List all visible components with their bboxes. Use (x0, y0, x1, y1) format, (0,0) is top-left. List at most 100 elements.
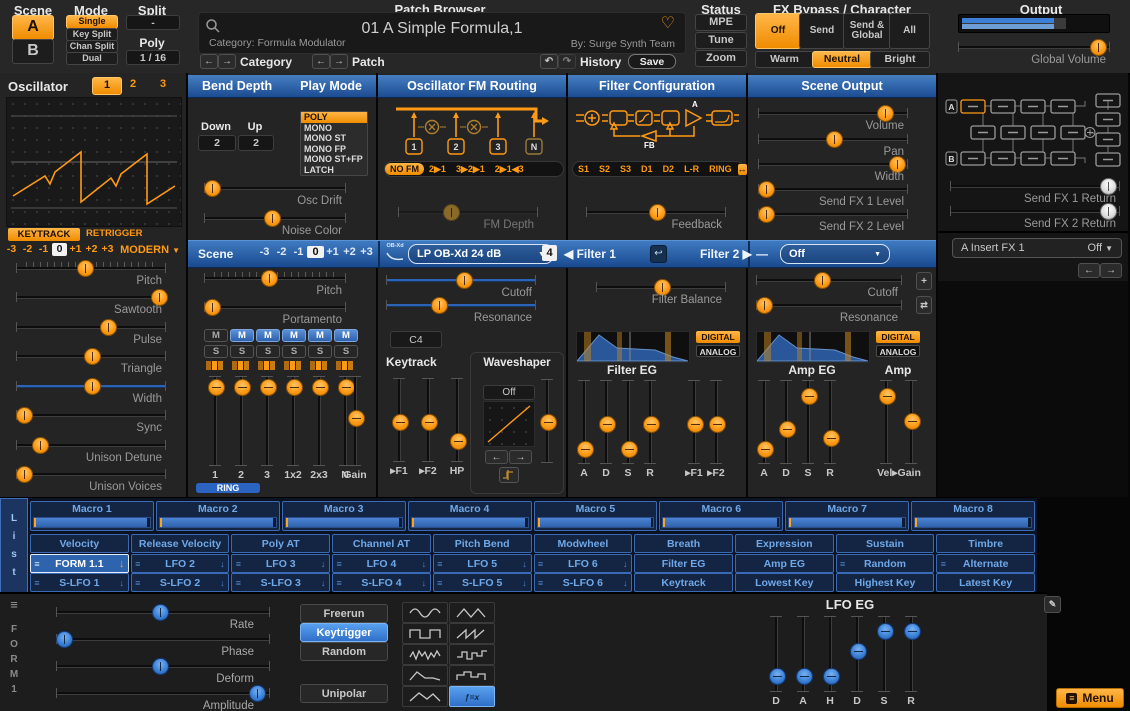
slider-handle[interactable] (877, 623, 894, 640)
osc-tab-3[interactable]: 3 (152, 77, 174, 93)
macro-cell[interactable]: Macro 1 (30, 501, 154, 531)
scene-octave-0[interactable]: 0 (307, 246, 324, 258)
favorite-heart-icon[interactable]: ♡ (661, 13, 675, 33)
macro-slider[interactable] (914, 517, 1032, 528)
slider-handle[interactable] (348, 410, 365, 427)
play-mode-mono-st-fp[interactable]: MONO ST+FP (301, 154, 367, 165)
slider-pan[interactable]: Pan (758, 131, 908, 159)
slider-handle[interactable] (826, 131, 843, 148)
osc-tab-2[interactable]: 2 (122, 77, 144, 93)
arm-arrow-icon[interactable]: ↓ (317, 578, 329, 588)
hamburger-icon[interactable]: ≡ (132, 559, 144, 569)
mixer-mute-2x3[interactable]: M (308, 329, 332, 342)
mod-source-lfo-6[interactable]: ≡LFO 6↓ (534, 554, 633, 573)
lfo-shape-step-seq[interactable] (449, 665, 495, 686)
vslider--f1[interactable]: ▸F1 (684, 380, 704, 480)
arm-arrow-icon[interactable]: ↓ (619, 559, 631, 569)
slider-handle[interactable] (16, 407, 33, 424)
hamburger-icon[interactable]: ≡ (937, 559, 949, 569)
macro-cell[interactable]: Macro 7 (785, 501, 909, 531)
slider-handle[interactable] (687, 416, 704, 433)
slider-cutoff[interactable]: Cutoff (756, 272, 902, 300)
slider-handle[interactable] (779, 421, 796, 438)
lfo-shape-sine[interactable] (402, 602, 448, 623)
mix-solo-2x3[interactable]: S (308, 345, 332, 358)
lfo-shape-sample-hold[interactable] (449, 644, 495, 665)
slider-handle[interactable] (443, 204, 460, 221)
slider-handle[interactable] (823, 430, 840, 447)
slider-handle[interactable] (756, 297, 773, 314)
osc-type-dropdown[interactable]: MODERN ▼ (118, 244, 180, 256)
character-warm-button[interactable]: Warm (755, 51, 814, 68)
slider-handle[interactable] (850, 643, 867, 660)
bend-up-value[interactable]: 2 (238, 135, 274, 151)
slider-amplitude[interactable]: Amplitude (56, 685, 270, 711)
macro-slider[interactable] (159, 517, 277, 528)
fx-bypass-off-button[interactable]: Off (755, 13, 801, 49)
hamburger-icon[interactable]: ≡ (837, 559, 849, 569)
slider-handle[interactable] (261, 270, 278, 287)
mod-list-tab[interactable]: List (0, 498, 28, 593)
slider-sawtooth[interactable]: Sawtooth (16, 289, 166, 317)
lfo-menu-icon[interactable]: ≡ (6, 598, 22, 612)
lfo-shape-sawtooth[interactable] (449, 623, 495, 644)
filter1-slope-badge[interactable]: 4 (542, 245, 557, 261)
retrigger-toggle[interactable]: RETRIGGER (86, 228, 142, 239)
mod-source-form-1-1[interactable]: ≡FORM 1.1↓ (30, 554, 129, 573)
mod-source-s-lfo-4[interactable]: ≡S-LFO 4↓ (332, 573, 431, 592)
mode-dual-button[interactable]: Dual (66, 52, 118, 65)
mod-source-amp-eg[interactable]: Amp EG (735, 554, 834, 573)
slider-rate[interactable]: Rate (56, 604, 270, 632)
macro-cell[interactable]: Macro 8 (911, 501, 1035, 531)
patch-next-button[interactable]: → (330, 54, 348, 69)
mix-solo-N[interactable]: S (334, 345, 358, 358)
mod-source-lowest-key[interactable]: Lowest Key (735, 573, 834, 592)
play-mode-mono[interactable]: MONO (301, 123, 367, 134)
undo-icon[interactable]: ↶ (540, 54, 558, 69)
filter-eg-display[interactable] (576, 331, 690, 363)
macro-cell[interactable]: Macro 3 (282, 501, 406, 531)
filter-config-s3[interactable]: S3 (615, 163, 636, 175)
waveshaper-graph[interactable] (483, 401, 535, 447)
split-value[interactable]: - (126, 15, 180, 30)
filter2-add-button[interactable]: + (916, 272, 932, 290)
slider-handle[interactable] (77, 260, 94, 277)
mod-source-expression[interactable]: Expression (735, 534, 834, 553)
oscillator-waveform-display[interactable] (6, 97, 182, 227)
arm-arrow-icon[interactable]: ↓ (216, 578, 228, 588)
filter-eg-analog-button[interactable]: ANALOG (696, 345, 740, 357)
vslider--f2[interactable]: ▸F2 (706, 380, 726, 480)
fm-routing-diagram[interactable]: 123N (386, 99, 558, 166)
slider-feedback[interactable]: Feedback (586, 204, 726, 232)
hamburger-icon[interactable]: ≡ (31, 578, 43, 588)
slider-handle[interactable] (286, 379, 303, 396)
hamburger-icon[interactable]: ≡ (232, 578, 244, 588)
slider-handle[interactable] (204, 180, 221, 197)
vslider-s[interactable]: S (798, 380, 818, 480)
slider-handle[interactable] (264, 210, 281, 227)
category-prev-button[interactable]: ← (200, 54, 218, 69)
slider-handle[interactable] (757, 441, 774, 458)
slider-handle[interactable] (621, 441, 638, 458)
filter1-label[interactable]: ◀ Filter 1 (564, 247, 616, 261)
slider-handle[interactable] (100, 319, 117, 336)
status-tune-button[interactable]: Tune (695, 32, 747, 49)
vslider-1[interactable]: 1 (205, 376, 225, 482)
arm-arrow-icon[interactable]: ↓ (116, 578, 128, 588)
osc-octave-0[interactable]: 0 (52, 243, 67, 256)
slider-handle[interactable] (801, 388, 818, 405)
slider-unison-detune[interactable]: Unison Detune (16, 437, 166, 465)
vslider-s[interactable]: S (618, 380, 638, 480)
waveshaper-drive-slider[interactable] (537, 379, 557, 479)
mod-source-velocity[interactable]: Velocity (30, 534, 129, 553)
slider-pulse[interactable]: Pulse (16, 319, 166, 347)
vslider-a[interactable]: A (574, 380, 594, 480)
filter-config-s1[interactable]: S1 (573, 163, 594, 175)
osc-octave-+2[interactable]: +2 (84, 243, 99, 256)
lfo-edit-pencil-icon[interactable]: ✎ (1044, 596, 1061, 613)
patch-browser[interactable]: Category: Formula Modulator 01 A Simple … (198, 12, 686, 54)
lfo-trigger-random[interactable]: Random (300, 642, 388, 661)
macro-slider[interactable] (411, 517, 529, 528)
arm-arrow-icon[interactable]: ↓ (418, 559, 430, 569)
slider-filter-balance[interactable]: Filter Balance (596, 279, 726, 307)
